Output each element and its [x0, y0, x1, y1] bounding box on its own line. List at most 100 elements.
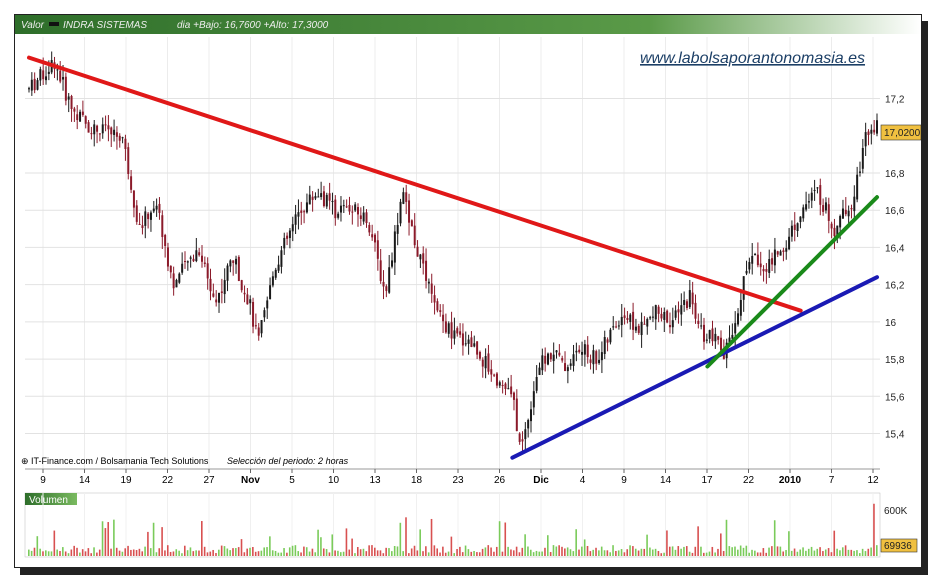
volume-bar — [677, 546, 680, 556]
candle-body — [334, 199, 337, 219]
candle-body — [47, 71, 50, 74]
volume-bar — [81, 549, 84, 556]
volume-bar — [393, 545, 396, 556]
candle-body — [249, 299, 252, 304]
candle-body — [427, 281, 430, 284]
volume-bar — [600, 546, 603, 556]
candle-body — [566, 367, 569, 372]
candle-body — [626, 317, 629, 320]
volume-bar — [810, 546, 813, 556]
candle-body — [615, 326, 618, 328]
volume-bar — [586, 545, 589, 556]
candle-body — [858, 171, 861, 173]
candle-body — [467, 339, 470, 344]
volume-bar — [476, 552, 478, 556]
volume-bar — [127, 545, 129, 556]
candle-body — [776, 251, 779, 255]
volume-bar — [754, 550, 756, 556]
volume-bar — [464, 545, 467, 556]
watermark-url[interactable]: www.labolsaporantonomasia.es — [640, 50, 865, 67]
volume-bar — [651, 549, 654, 556]
volume-bar — [73, 545, 75, 556]
volume-bar — [708, 551, 711, 556]
volume-bar — [529, 549, 532, 556]
volume-bar — [847, 549, 850, 556]
candle-body — [453, 330, 456, 339]
candle-body — [277, 264, 280, 271]
candle-body — [192, 258, 195, 262]
volume-bar — [399, 522, 402, 556]
volume-bar — [84, 551, 87, 556]
candle-body — [473, 343, 476, 347]
time-tick-label: Nov — [241, 475, 260, 486]
volume-bar — [365, 551, 368, 556]
candle-body — [413, 225, 416, 246]
volume-bar — [53, 530, 56, 556]
candle-body — [640, 321, 643, 336]
volume-bar — [660, 553, 663, 556]
volume-bar — [257, 551, 260, 556]
volume-bar — [598, 550, 600, 556]
volume-bar — [745, 545, 748, 556]
time-tick-label: 18 — [411, 475, 423, 486]
candle-body — [697, 320, 700, 324]
candle-body — [674, 310, 677, 318]
candle-body — [564, 363, 567, 372]
candle-body — [294, 214, 297, 225]
candle-body — [257, 327, 260, 336]
volume-bar — [461, 552, 464, 556]
candle-body — [807, 201, 810, 203]
candle-body — [354, 204, 357, 211]
volume-bar — [680, 548, 682, 556]
volume-bar — [459, 546, 461, 556]
volume-bar — [59, 551, 61, 556]
candle-body — [67, 96, 70, 100]
candle-body — [229, 260, 232, 267]
candle-body — [39, 69, 42, 81]
volume-bar — [322, 548, 325, 556]
candle-body — [592, 350, 595, 365]
chart-svg: Valor INDRA SISTEMAS dia +Bajo: 16,7600 … — [15, 15, 921, 558]
volume-bar — [663, 552, 665, 556]
price-tick-label: 17,2 — [885, 95, 905, 106]
volume-bar — [413, 545, 416, 556]
time-tick-label: 14 — [660, 475, 672, 486]
candle-body — [657, 306, 660, 314]
volume-bar — [334, 550, 336, 556]
volume-bar — [742, 547, 745, 556]
volume-bar — [371, 545, 373, 556]
candle-body — [339, 205, 342, 213]
volume-bar — [788, 531, 790, 556]
volume-bar — [195, 550, 197, 556]
volume-bar — [39, 548, 41, 556]
candle-body — [175, 279, 178, 288]
candle-body — [541, 355, 544, 371]
candle-body — [666, 310, 669, 323]
volume-bar — [603, 550, 606, 556]
candle-body — [552, 354, 555, 362]
candle-body — [374, 234, 377, 243]
candle-body — [246, 294, 249, 305]
volume-bar — [751, 549, 753, 556]
candle-body — [478, 351, 481, 359]
candle-body — [371, 234, 374, 238]
candle-body — [322, 191, 325, 207]
volume-bar — [410, 548, 413, 556]
volume-bar — [422, 551, 424, 556]
candle-body — [558, 352, 561, 356]
candle-body — [254, 325, 257, 327]
candle-body — [598, 359, 601, 364]
candle-body — [62, 77, 65, 80]
candle-body — [345, 206, 348, 208]
candle-body — [739, 299, 742, 316]
volume-bar — [484, 547, 487, 556]
candle-body — [169, 265, 172, 273]
volume-bar — [67, 553, 70, 556]
candle-body — [876, 120, 878, 134]
volume-bar — [450, 536, 453, 556]
candle-body — [113, 129, 116, 135]
volume-bar — [578, 549, 580, 556]
header-stats: dia +Bajo: 16,7600 +Alto: 17,3000 — [177, 20, 329, 31]
candle-body — [810, 192, 813, 201]
candle-body — [521, 439, 524, 442]
